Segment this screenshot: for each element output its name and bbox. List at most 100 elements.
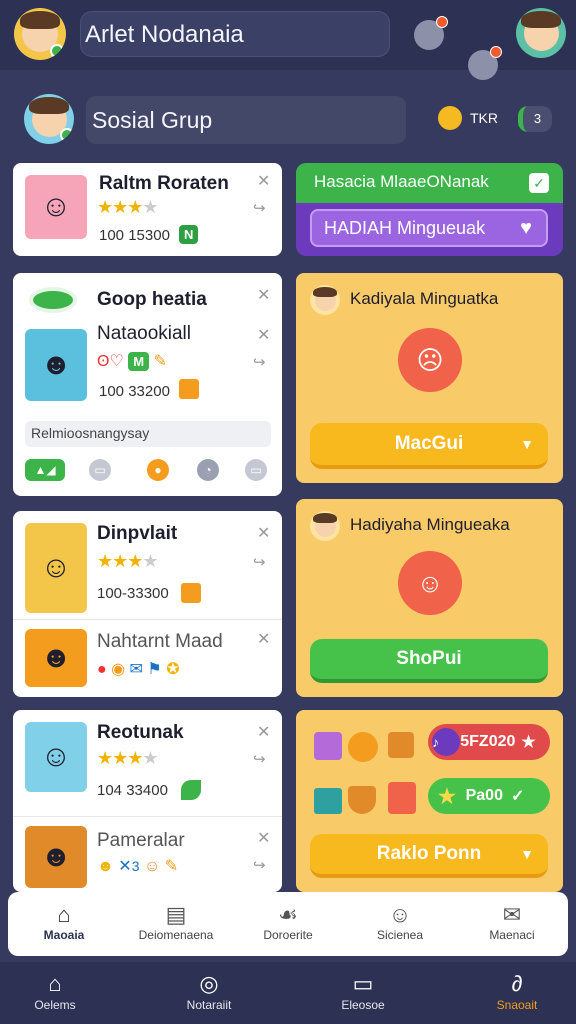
status-badge: N bbox=[179, 225, 199, 244]
nav-profile[interactable]: ∂ Snaoait bbox=[462, 962, 572, 1024]
online-badge-icon bbox=[50, 44, 64, 58]
share-icon[interactable]: ↪ bbox=[253, 199, 266, 217]
alert-icon[interactable] bbox=[468, 46, 502, 80]
share-icon[interactable]: ↪ bbox=[253, 856, 266, 874]
game-card-2[interactable]: Goop heatia ✕ ☻ Nataookiall ✕ ʘ♡ M ✎ ↪ 1… bbox=[13, 273, 282, 496]
comment-input[interactable]: Relmioosnangysay bbox=[25, 421, 271, 447]
close-icon[interactable]: ✕ bbox=[257, 325, 270, 345]
open-button-label: Raklo Ponn bbox=[376, 843, 482, 864]
nav-label: Notaraiit bbox=[186, 998, 232, 1012]
game-title: Raltm Roraten bbox=[99, 173, 229, 194]
pencil-icon: ✎ bbox=[164, 858, 179, 875]
nav-label: Snaoait bbox=[496, 998, 538, 1012]
chat-icon: ✉ bbox=[502, 902, 522, 927]
friend-avatar[interactable] bbox=[516, 8, 566, 58]
nav-label: Oelems bbox=[34, 998, 76, 1012]
tab-label: Sicienea bbox=[376, 928, 424, 942]
group-avatar[interactable] bbox=[24, 94, 74, 144]
document-icon: ▤ bbox=[165, 902, 187, 927]
reaction-row: ● ◉ ✉ ⚑ ✪ bbox=[97, 659, 180, 679]
tab-label: Deiomenaena bbox=[138, 928, 214, 942]
reward-pill-1-label: 5FZ020 bbox=[460, 733, 516, 750]
shield-icon bbox=[348, 786, 376, 814]
banner-bottom-label: HADIAH Mingueuak bbox=[324, 218, 486, 238]
card-divider bbox=[13, 619, 282, 620]
coin-label: TKR bbox=[470, 110, 498, 126]
card-icon[interactable]: ▭ bbox=[89, 459, 111, 481]
game-title: Reotunak bbox=[97, 722, 184, 743]
close-icon[interactable]: ✕ bbox=[257, 722, 270, 742]
tab-messages[interactable]: ✉ Maenaci bbox=[456, 892, 568, 956]
tab-explore[interactable]: ☙ Doroerite bbox=[232, 892, 344, 956]
close-icon[interactable]: ✕ bbox=[257, 629, 270, 649]
chart-icon[interactable]: ▲◢ bbox=[25, 459, 65, 481]
message-icon[interactable]: ▭ bbox=[245, 459, 267, 481]
share-icon[interactable]: ↪ bbox=[253, 553, 266, 571]
tab-home[interactable]: ⌂ Maoaia bbox=[8, 892, 120, 956]
coin-icon: ◉ bbox=[111, 661, 126, 678]
group-title[interactable]: Sosial Grup bbox=[86, 96, 406, 144]
game-subtitle: Nataookiall bbox=[97, 323, 191, 344]
tab-label: Doroerite bbox=[263, 928, 313, 942]
checkbox-icon[interactable]: ✓ bbox=[529, 173, 549, 193]
close-icon[interactable]: ✕ bbox=[257, 285, 270, 305]
emoji-button-icon[interactable]: ☹ bbox=[398, 328, 462, 392]
star-icon: ★ bbox=[521, 734, 536, 751]
group-card-title: Goop heatia bbox=[97, 289, 207, 310]
user-avatar[interactable] bbox=[14, 8, 66, 60]
tab-social[interactable]: ☺ Sicienea bbox=[344, 892, 456, 956]
clock-icon[interactable]: ◔ bbox=[197, 459, 219, 481]
chat-bubble-icon[interactable]: 3 bbox=[518, 106, 552, 132]
group-logo-icon bbox=[29, 287, 77, 313]
reaction-row: ☻ ✕3 ☺ ✎ bbox=[97, 858, 179, 875]
reward-panel-1[interactable]: Kadiyala Minguatka ☹ MacGui ▼ bbox=[296, 273, 563, 483]
header-title[interactable]: Arlet Nodanaia bbox=[80, 11, 390, 57]
close-icon[interactable]: ✕ bbox=[257, 171, 270, 191]
chevron-down-icon: ▼ bbox=[520, 436, 534, 452]
home-icon: ⌂ bbox=[57, 902, 71, 927]
game-thumbnail-icon: ☻ bbox=[25, 329, 87, 401]
rating-stars: ★★★★ bbox=[97, 748, 159, 768]
tab-label: Maenaci bbox=[489, 928, 535, 942]
game-meta: 100 33200 bbox=[99, 383, 170, 400]
star-badge-icon: ★ bbox=[438, 785, 456, 808]
game-thumbnail-icon: ☺ bbox=[25, 523, 87, 613]
fire-icon[interactable]: ● bbox=[147, 459, 169, 481]
emoji-icon: ☻ bbox=[97, 858, 114, 875]
panel-avatar bbox=[310, 285, 340, 315]
banner-top[interactable]: Hasacia MlaaeONanak ✓ bbox=[296, 163, 563, 203]
heart-icon: ♥ bbox=[520, 217, 532, 239]
coin-icon[interactable] bbox=[438, 106, 462, 130]
claim-button[interactable]: MacGui ▼ bbox=[310, 423, 548, 469]
shop-button-label: ShoPui bbox=[396, 648, 462, 669]
panel-title: Kadiyala Minguatka bbox=[350, 289, 499, 308]
notification-icon[interactable] bbox=[414, 16, 448, 50]
chest-icon bbox=[388, 732, 414, 758]
reward-pill-2[interactable]: ★ Pa00 ✓ bbox=[428, 778, 550, 814]
close-icon[interactable]: ✕ bbox=[257, 523, 270, 543]
reward-panel-3[interactable]: ♪ 5FZ020 ★ ★ Pa00 ✓ Raklo Ponn ▼ bbox=[296, 710, 563, 892]
reward-panel-2[interactable]: Hadiyaha Mingueaka ☺ ShoPui bbox=[296, 499, 563, 697]
share-icon[interactable]: ↪ bbox=[253, 353, 266, 371]
promo-banner[interactable]: Hasacia MlaaeONanak ✓ HADIAH Mingueuak ♥ bbox=[296, 163, 563, 256]
close-icon[interactable]: ✕ bbox=[257, 828, 270, 848]
gift-icon bbox=[181, 583, 201, 603]
game-card-3[interactable]: ☺ Dinpvlait ✕ ★★★★ ↪ 100-33300 ☻ Nahtarn… bbox=[13, 511, 282, 697]
nav-notifications[interactable]: ◎ Notaraiit bbox=[154, 962, 264, 1024]
emoji-button-icon[interactable]: ☺ bbox=[398, 551, 462, 615]
shop-button[interactable]: ShoPui bbox=[310, 639, 548, 683]
heart-icon: ʘ♡ bbox=[97, 353, 124, 370]
game-card-4[interactable]: ☺ Reotunak ✕ ★★★★ ↪ 104 33400 ☻ Pamerala… bbox=[13, 710, 282, 892]
tab-news[interactable]: ▤ Deiomenaena bbox=[120, 892, 232, 956]
flag-icon: ⚑ bbox=[147, 661, 162, 678]
nav-messages[interactable]: ▭ Eleosoe bbox=[308, 962, 418, 1024]
game-meta: 100-33300 bbox=[97, 585, 169, 602]
nav-home[interactable]: ⌂ Oelems bbox=[0, 962, 110, 1024]
star-icon: ✪ bbox=[166, 661, 180, 678]
banner-bottom-button[interactable]: HADIAH Mingueuak ♥ bbox=[310, 209, 548, 247]
reward-pill-1[interactable]: ♪ 5FZ020 ★ bbox=[428, 724, 550, 760]
share-icon[interactable]: ↪ bbox=[253, 750, 266, 768]
game-card-1[interactable]: ☺ Raltm Roraten ★★★★ 100 15300 N ✕ ↪ bbox=[13, 163, 282, 256]
open-button[interactable]: Raklo Ponn ▼ bbox=[310, 834, 548, 878]
music-icon: ♪ bbox=[432, 728, 460, 756]
